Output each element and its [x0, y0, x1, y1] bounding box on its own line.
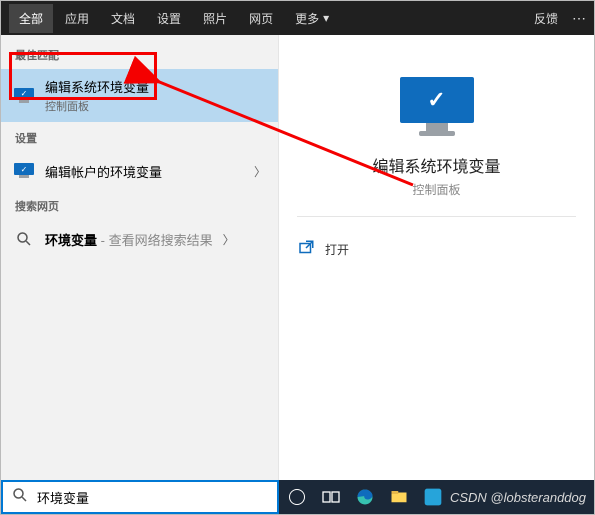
- open-label: 打开: [325, 241, 349, 258]
- tab-all[interactable]: 全部: [9, 4, 53, 33]
- more-menu-button[interactable]: ⋯: [572, 10, 586, 27]
- web-suffix: - 查看网络搜索结果: [97, 233, 213, 248]
- result-web-search[interactable]: 环境变量 - 查看网络搜索结果 〉: [1, 220, 278, 258]
- section-web: 搜索网页: [1, 190, 278, 220]
- result-subtitle: 控制面板: [45, 98, 266, 114]
- taskbar-search[interactable]: [1, 480, 279, 514]
- cortana-icon[interactable]: [283, 483, 311, 511]
- search-icon: [13, 228, 35, 250]
- tab-web[interactable]: 网页: [239, 4, 283, 33]
- tab-settings[interactable]: 设置: [147, 4, 191, 33]
- tab-photos[interactable]: 照片: [193, 4, 237, 33]
- detail-title: 编辑系统环境变量: [297, 153, 576, 177]
- section-best-match: 最佳匹配: [1, 39, 278, 69]
- section-settings: 设置: [1, 122, 278, 152]
- control-panel-icon: [13, 160, 35, 182]
- open-icon: [297, 239, 315, 260]
- chevron-right-icon: 〉: [223, 231, 235, 248]
- chevron-right-icon: 〉: [254, 163, 266, 180]
- filter-tabs: 全部 应用 文档 设置 照片 网页 更多 ▾: [9, 4, 534, 33]
- feedback-link[interactable]: 反馈: [534, 10, 558, 27]
- file-explorer-icon[interactable]: [385, 483, 413, 511]
- control-panel-icon: [13, 85, 35, 107]
- detail-pane: 编辑系统环境变量 控制面板 打开: [279, 35, 594, 480]
- search-input[interactable]: [37, 490, 269, 505]
- results-pane: 最佳匹配 编辑系统环境变量 控制面板 设置 编辑帐户的环境变量 〉: [1, 35, 279, 480]
- result-edit-account-env[interactable]: 编辑帐户的环境变量 〉: [1, 152, 278, 190]
- search-header: 全部 应用 文档 设置 照片 网页 更多 ▾ 反馈 ⋯: [1, 1, 594, 35]
- result-edit-system-env[interactable]: 编辑系统环境变量 控制面板: [1, 69, 278, 122]
- divider: [297, 216, 576, 217]
- result-title: 编辑系统环境变量: [45, 77, 266, 96]
- watermark: CSDN @lobsteranddog: [450, 490, 586, 505]
- taskbar: CSDN @lobsteranddog: [1, 480, 594, 514]
- detail-subtitle: 控制面板: [297, 181, 576, 198]
- search-icon: [11, 486, 29, 509]
- edge-icon[interactable]: [351, 483, 379, 511]
- task-view-icon[interactable]: [317, 483, 345, 511]
- tab-more[interactable]: 更多 ▾: [285, 4, 339, 33]
- tab-apps[interactable]: 应用: [55, 4, 99, 33]
- result-title: 编辑帐户的环境变量: [45, 162, 244, 181]
- tab-documents[interactable]: 文档: [101, 4, 145, 33]
- open-action[interactable]: 打开: [297, 235, 576, 264]
- chevron-down-icon: ▾: [323, 11, 329, 25]
- web-query: 环境变量: [45, 233, 97, 248]
- app-icon[interactable]: [419, 483, 447, 511]
- system-settings-icon: [400, 77, 474, 139]
